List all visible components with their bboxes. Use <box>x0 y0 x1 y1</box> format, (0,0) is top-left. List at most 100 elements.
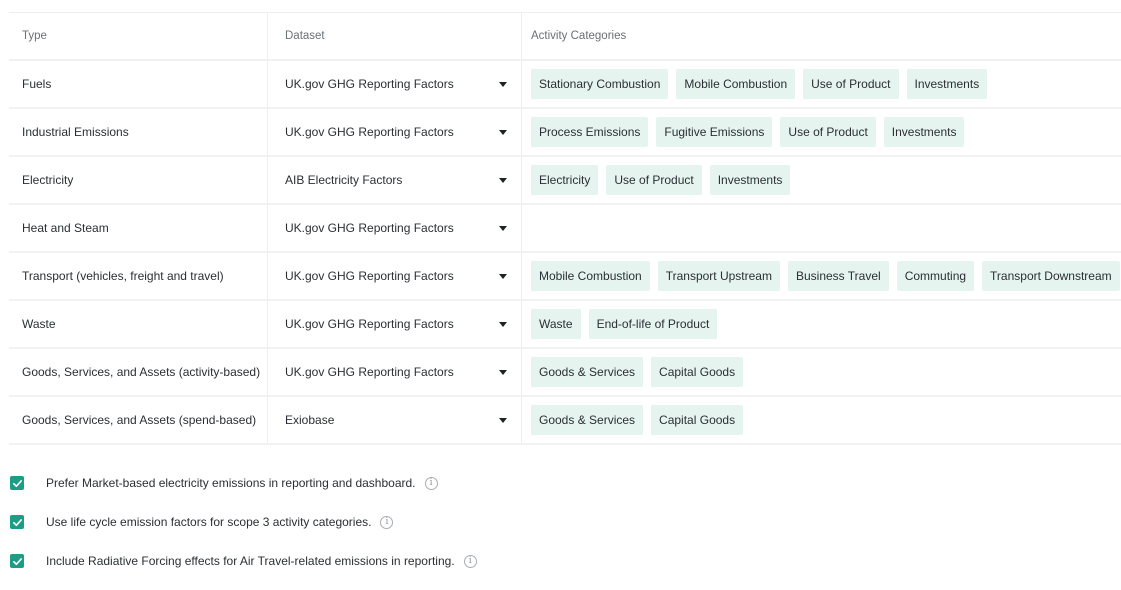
type-cell: Transport (vehicles, freight and travel) <box>9 253 268 299</box>
dataset-value: UK.gov GHG Reporting Factors <box>285 317 454 331</box>
table-row: Industrial Emissions UK.gov GHG Reporting… <box>9 109 1121 157</box>
category-chip: Investments <box>883 117 965 147</box>
category-chip: Mobile Combustion <box>676 69 796 99</box>
type-label: Electricity <box>22 173 74 187</box>
categories-cell <box>522 205 1121 251</box>
header-type-label: Type <box>22 30 47 42</box>
caret-down-icon[interactable] <box>499 130 507 135</box>
option-checkbox[interactable] <box>10 476 24 490</box>
dataset-select[interactable]: UK.gov GHG Reporting Factors <box>268 109 522 155</box>
table-row: Goods, Services, and Assets (spend-based… <box>9 397 1121 445</box>
category-chip: Goods & Services <box>531 357 644 387</box>
type-cell: Electricity <box>9 157 268 203</box>
header-type: Type <box>9 13 268 59</box>
category-chip: Process Emissions <box>531 117 649 147</box>
option-row: Use life cycle emission factors for scop… <box>10 512 477 532</box>
category-chip: Mobile Combustion <box>531 261 650 291</box>
dataset-select[interactable]: AIB Electricity Factors <box>268 157 522 203</box>
category-chip: Electricity <box>531 165 599 195</box>
dataset-select[interactable]: Exiobase <box>268 397 522 443</box>
caret-down-icon[interactable] <box>499 82 507 87</box>
table-row: Goods, Services, and Assets (activity-ba… <box>9 349 1121 397</box>
category-chip: Capital Goods <box>651 357 744 387</box>
caret-down-icon[interactable] <box>499 226 507 231</box>
category-chip: Transport Upstream <box>657 261 780 291</box>
category-chip: Fugitive Emissions <box>656 117 773 147</box>
dataset-value: UK.gov GHG Reporting Factors <box>285 269 454 283</box>
table-header: Type Dataset Activity Categories <box>9 13 1121 61</box>
caret-down-icon[interactable] <box>499 370 507 375</box>
categories-cell: Stationary Combustion Mobile Combustion Us… <box>522 61 1121 107</box>
emission-factors-table: Type Dataset Activity Categories Fuels UK… <box>9 12 1121 445</box>
categories-cell: Goods & Services Capital Goods <box>522 397 1121 443</box>
dataset-select[interactable]: UK.gov GHG Reporting Factors <box>268 61 522 107</box>
category-chip: Investments <box>709 165 791 195</box>
category-chip: Transport Downstream <box>982 261 1120 291</box>
option-checkbox[interactable] <box>10 515 24 529</box>
option-checkbox[interactable] <box>10 554 24 568</box>
category-chip: Commuting <box>896 261 975 291</box>
table-row: Waste UK.gov GHG Reporting Factors Waste En… <box>9 301 1121 349</box>
caret-down-icon[interactable] <box>499 322 507 327</box>
settings-options: Prefer Market-based electricity emission… <box>10 473 477 590</box>
type-cell: Heat and Steam <box>9 205 268 251</box>
caret-down-icon[interactable] <box>499 178 507 183</box>
categories-cell: Mobile Combustion Transport Upstream Busin… <box>522 253 1121 299</box>
category-chip: Business Travel <box>787 261 889 291</box>
type-cell: Industrial Emissions <box>9 109 268 155</box>
category-chip: Stationary Combustion <box>531 69 669 99</box>
category-chip: Use of Product <box>780 117 876 147</box>
category-chip: Waste <box>531 309 581 339</box>
check-icon <box>12 479 22 487</box>
categories-cell: Waste End-of-life of Product <box>522 301 1121 347</box>
header-dataset: Dataset <box>268 13 522 59</box>
info-icon[interactable]: i <box>424 476 438 490</box>
dataset-value: AIB Electricity Factors <box>285 173 403 187</box>
categories-cell: Electricity Use of Product Investments <box>522 157 1121 203</box>
categories-cell: Goods & Services Capital Goods <box>522 349 1121 395</box>
type-label: Goods, Services, and Assets (spend-based… <box>22 413 257 427</box>
table-row: Heat and Steam UK.gov GHG Reporting Facto… <box>9 205 1121 253</box>
categories-cell: Process Emissions Fugitive Emissions Use o… <box>522 109 1121 155</box>
dataset-value: UK.gov GHG Reporting Factors <box>285 77 454 91</box>
caret-down-icon[interactable] <box>499 274 507 279</box>
dataset-value: Exiobase <box>285 413 335 427</box>
table-row: Transport (vehicles, freight and travel)… <box>9 253 1121 301</box>
type-label: Goods, Services, and Assets (activity-ba… <box>22 365 261 379</box>
type-cell: Goods, Services, and Assets (activity-ba… <box>9 349 268 395</box>
type-label: Fuels <box>22 77 52 91</box>
type-label: Waste <box>22 317 56 331</box>
table-row: Electricity AIB Electricity Factors Electr… <box>9 157 1121 205</box>
header-categories: Activity Categories <box>522 13 1121 59</box>
info-icon[interactable]: i <box>380 515 394 529</box>
check-icon <box>12 557 22 565</box>
table-row: Fuels UK.gov GHG Reporting Factors Station… <box>9 61 1121 109</box>
caret-down-icon[interactable] <box>499 418 507 423</box>
dataset-select[interactable]: UK.gov GHG Reporting Factors <box>268 205 522 251</box>
type-label: Heat and Steam <box>22 221 109 235</box>
dataset-select[interactable]: UK.gov GHG Reporting Factors <box>268 301 522 347</box>
option-label: Include Radiative Forcing effects for Ai… <box>46 554 455 568</box>
option-label: Prefer Market-based electricity emission… <box>46 476 416 490</box>
type-label: Industrial Emissions <box>22 125 129 139</box>
type-cell: Fuels <box>9 61 268 107</box>
category-chip: Use of Product <box>606 165 702 195</box>
category-chip: Use of Product <box>803 69 899 99</box>
type-label: Transport (vehicles, freight and travel) <box>22 269 224 283</box>
option-label: Use life cycle emission factors for scop… <box>46 515 372 529</box>
type-cell: Waste <box>9 301 268 347</box>
dataset-value: UK.gov GHG Reporting Factors <box>285 125 454 139</box>
dataset-select[interactable]: UK.gov GHG Reporting Factors <box>268 253 522 299</box>
header-categories-label: Activity Categories <box>531 30 627 42</box>
category-chip: Goods & Services <box>531 405 644 435</box>
category-chip: End-of-life of Product <box>588 309 718 339</box>
dataset-value: UK.gov GHG Reporting Factors <box>285 365 454 379</box>
category-chip: Capital Goods <box>651 405 744 435</box>
option-row: Include Radiative Forcing effects for Ai… <box>10 551 477 571</box>
dataset-select[interactable]: UK.gov GHG Reporting Factors <box>268 349 522 395</box>
info-icon[interactable]: i <box>463 554 477 568</box>
type-cell: Goods, Services, and Assets (spend-based… <box>9 397 268 443</box>
option-row: Prefer Market-based electricity emission… <box>10 473 477 493</box>
category-chip: Investments <box>906 69 988 99</box>
dataset-value: UK.gov GHG Reporting Factors <box>285 221 454 235</box>
